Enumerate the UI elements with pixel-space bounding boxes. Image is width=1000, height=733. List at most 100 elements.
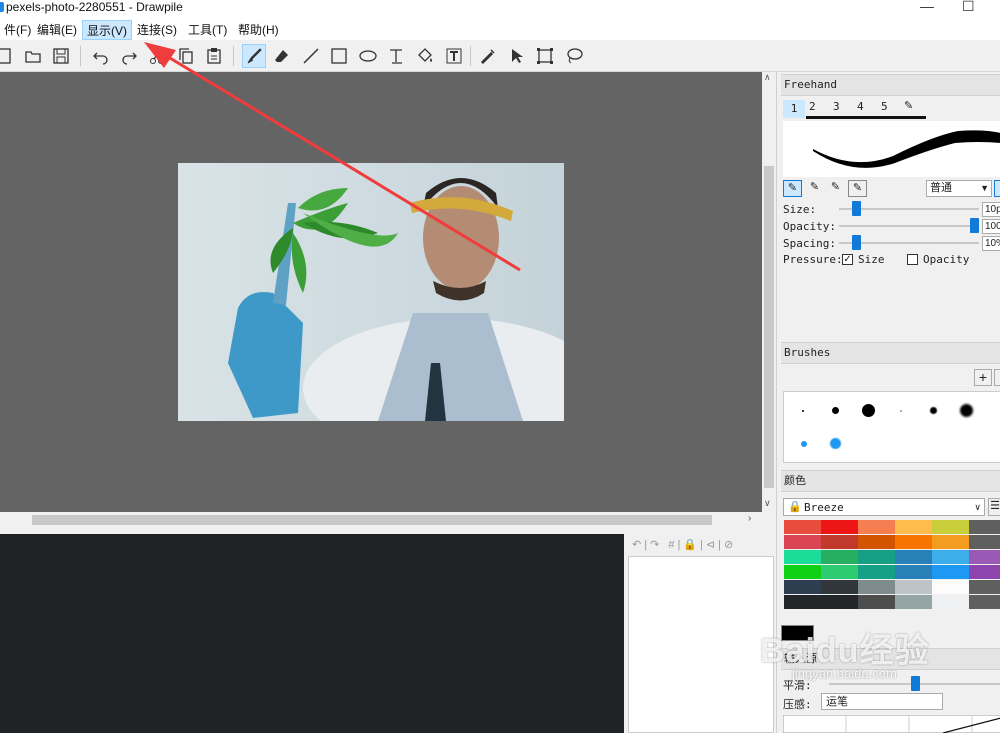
color-swatch[interactable] bbox=[932, 580, 969, 594]
brush-preset[interactable] bbox=[802, 410, 804, 412]
maximize-button[interactable]: ☐ bbox=[962, 0, 975, 15]
menu-view[interactable]: 显示(V) bbox=[82, 20, 132, 40]
new-file-icon[interactable] bbox=[0, 44, 16, 68]
menu-tools[interactable]: 工具(T) bbox=[184, 20, 231, 40]
opacity-slider-handle[interactable] bbox=[970, 218, 979, 233]
brush-preset[interactable] bbox=[960, 404, 973, 417]
color-swatch[interactable] bbox=[969, 565, 1000, 579]
color-swatch[interactable] bbox=[969, 550, 1000, 564]
size-value[interactable]: 10p bbox=[982, 202, 1000, 217]
menu-session[interactable]: 连接(S) bbox=[133, 20, 181, 40]
brush-preset[interactable] bbox=[900, 410, 902, 412]
brush-menu-button[interactable] bbox=[994, 369, 1000, 386]
opacity-value[interactable]: 100 bbox=[982, 219, 1000, 234]
pressure-mode-select[interactable]: 运笔 bbox=[821, 693, 943, 710]
brush-presets[interactable] bbox=[783, 391, 1000, 463]
pressure-size-checkbox[interactable]: ✓ bbox=[842, 254, 853, 265]
preset-tab[interactable]: 4 bbox=[857, 100, 864, 113]
color-swatch[interactable] bbox=[895, 520, 932, 534]
pressure-size-label: Size bbox=[858, 253, 885, 266]
color-swatch[interactable] bbox=[858, 595, 895, 609]
color-swatch[interactable] bbox=[821, 565, 858, 579]
color-swatch[interactable] bbox=[932, 595, 969, 609]
pressure-curve-graph[interactable] bbox=[783, 715, 1000, 733]
color-swatch[interactable] bbox=[932, 550, 969, 564]
soft-brush-icon[interactable]: ✎ bbox=[805, 180, 824, 197]
color-swatch[interactable] bbox=[969, 520, 1000, 534]
color-swatch[interactable] bbox=[784, 535, 821, 549]
canvas-view[interactable] bbox=[0, 42, 762, 512]
color-swatch[interactable] bbox=[969, 580, 1000, 594]
color-swatch[interactable] bbox=[821, 520, 858, 534]
pixel-brush-icon[interactable]: ✎ bbox=[783, 180, 802, 197]
pressure-curve-label: 压感: bbox=[783, 698, 812, 711]
color-swatch[interactable] bbox=[895, 580, 932, 594]
eraser-preset-icon[interactable]: ✎ bbox=[904, 99, 913, 112]
chat-panel[interactable] bbox=[0, 534, 624, 733]
scroll-thumb[interactable] bbox=[764, 166, 774, 488]
color-swatch[interactable] bbox=[932, 535, 969, 549]
vertical-scrollbar[interactable]: ∧ ∨ bbox=[762, 72, 776, 512]
color-swatch[interactable] bbox=[895, 565, 932, 579]
brush-preset[interactable] bbox=[832, 407, 839, 414]
horizontal-scrollbar[interactable]: › bbox=[0, 512, 762, 528]
color-swatch[interactable] bbox=[858, 580, 895, 594]
color-swatch[interactable] bbox=[858, 520, 895, 534]
watercolor-brush-icon[interactable]: ✎ bbox=[826, 180, 845, 197]
color-swatch[interactable] bbox=[821, 550, 858, 564]
add-brush-button[interactable]: + bbox=[974, 369, 992, 386]
color-swatch[interactable] bbox=[858, 565, 895, 579]
color-swatch[interactable] bbox=[784, 520, 821, 534]
open-folder-icon[interactable] bbox=[21, 44, 45, 68]
preset-tab[interactable]: 1 bbox=[783, 100, 805, 118]
brush-preset[interactable] bbox=[930, 407, 937, 414]
color-swatch[interactable] bbox=[858, 535, 895, 549]
color-swatch[interactable] bbox=[969, 535, 1000, 549]
brush-preset[interactable] bbox=[830, 438, 841, 449]
layer-actions-icons[interactable]: ↶|↷ #|🔒|⊲|⊘ bbox=[632, 538, 736, 551]
color-swatch[interactable] bbox=[858, 550, 895, 564]
menu-help[interactable]: 帮助(H) bbox=[234, 20, 283, 40]
preset-tab[interactable]: 5 bbox=[881, 100, 888, 113]
preset-tab[interactable]: 3 bbox=[833, 100, 840, 113]
spacing-slider-handle[interactable] bbox=[852, 235, 862, 250]
color-swatch[interactable] bbox=[969, 595, 1000, 609]
smudge-brush-icon[interactable]: ✎ bbox=[848, 180, 867, 197]
spacing-value[interactable]: 10% bbox=[982, 236, 1000, 251]
color-swatch[interactable] bbox=[895, 595, 932, 609]
opacity-slider-track[interactable] bbox=[839, 225, 979, 227]
brush-preset[interactable] bbox=[862, 404, 875, 417]
color-swatch[interactable] bbox=[784, 565, 821, 579]
color-swatch[interactable] bbox=[784, 580, 821, 594]
color-swatch[interactable] bbox=[821, 535, 858, 549]
rect-select-icon[interactable] bbox=[533, 44, 557, 68]
color-swatch[interactable] bbox=[784, 550, 821, 564]
palette-select[interactable]: 🔒 Breeze ∨ bbox=[783, 498, 985, 516]
blend-mode-select[interactable]: 普通 ▼ bbox=[926, 180, 992, 197]
pressure-opacity-label: Opacity bbox=[923, 253, 970, 266]
undo-icon[interactable] bbox=[89, 44, 113, 68]
color-swatch[interactable] bbox=[895, 535, 932, 549]
scroll-right-icon[interactable]: › bbox=[748, 513, 751, 524]
color-swatch[interactable] bbox=[784, 595, 821, 609]
color-swatch[interactable] bbox=[932, 520, 969, 534]
save-icon[interactable] bbox=[49, 44, 73, 68]
minimize-button[interactable]: — bbox=[920, 0, 934, 14]
color-swatch[interactable] bbox=[895, 550, 932, 564]
palette-swatches[interactable] bbox=[784, 520, 1000, 609]
scroll-thumb[interactable] bbox=[32, 515, 712, 525]
antialias-toggle[interactable] bbox=[994, 180, 1000, 197]
scroll-up-icon[interactable]: ∧ bbox=[764, 72, 771, 83]
size-slider-handle[interactable] bbox=[852, 201, 862, 216]
pressure-opacity-checkbox[interactable] bbox=[907, 254, 918, 265]
color-swatch[interactable] bbox=[932, 565, 969, 579]
lasso-icon[interactable] bbox=[562, 44, 586, 68]
color-swatch[interactable] bbox=[821, 580, 858, 594]
menu-file[interactable]: 件(F) bbox=[0, 20, 35, 40]
color-swatch[interactable] bbox=[821, 595, 858, 609]
palette-menu-icon[interactable]: ☰ bbox=[988, 498, 1000, 516]
preset-tab[interactable]: 2 bbox=[809, 100, 816, 113]
menu-edit[interactable]: 编辑(E) bbox=[33, 20, 81, 40]
brush-preset[interactable] bbox=[801, 441, 807, 447]
scroll-down-icon[interactable]: ∨ bbox=[764, 498, 771, 509]
